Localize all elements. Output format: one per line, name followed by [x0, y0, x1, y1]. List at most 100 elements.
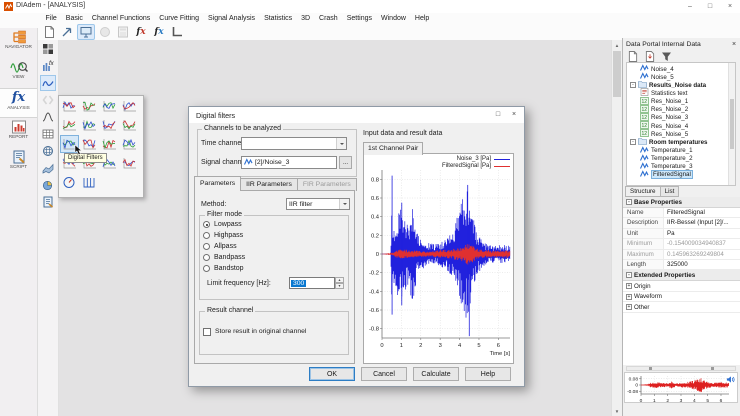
radio-lowpass[interactable]: Lowpass: [203, 221, 242, 228]
menu-basic[interactable]: Basic: [61, 13, 87, 24]
fx-calculator-icon[interactable]: fx: [133, 25, 149, 39]
palette-item-10[interactable]: [100, 135, 119, 153]
radio-circle-icon[interactable]: [203, 221, 210, 228]
tree-scrollbar[interactable]: [728, 63, 735, 185]
palette-item-11[interactable]: [120, 135, 139, 153]
scroll-down-icon[interactable]: ▼: [612, 406, 622, 416]
radio-circle-icon[interactable]: [203, 254, 210, 261]
nav-analysis[interactable]: fx ANALYSIS: [0, 88, 37, 118]
store-result-checkbox[interactable]: [203, 328, 211, 336]
ok-button[interactable]: OK: [309, 367, 355, 381]
new-channel-icon[interactable]: [626, 50, 639, 62]
dialog-maximize-button[interactable]: □: [490, 107, 506, 122]
dialog-close-button[interactable]: ×: [506, 107, 522, 122]
signal-channels-field[interactable]: [2]/Noise_3: [241, 156, 337, 169]
palette-item-4[interactable]: [60, 116, 79, 134]
channel-function-icon[interactable]: fx: [40, 58, 56, 74]
cancel-button[interactable]: Cancel: [361, 367, 407, 381]
speaker-icon[interactable]: [726, 375, 735, 386]
help-button[interactable]: Help: [465, 367, 511, 381]
palette-item-1[interactable]: [80, 97, 99, 115]
palette-item-16[interactable]: [60, 173, 79, 191]
time-channel-select[interactable]: [241, 137, 347, 150]
collapse-icon[interactable]: -: [630, 139, 636, 146]
filter-funnel-icon[interactable]: [660, 50, 673, 62]
palette-item-0[interactable]: [60, 97, 79, 115]
expand-icon[interactable]: +: [626, 283, 632, 290]
radio-circle-icon[interactable]: [203, 232, 210, 239]
model-3d-icon[interactable]: [40, 143, 56, 159]
method-select[interactable]: IIR filter: [286, 198, 350, 210]
tab-structure[interactable]: Structure: [625, 186, 661, 197]
desktop-icon[interactable]: [77, 24, 95, 40]
collapse-icon[interactable]: -: [626, 272, 632, 279]
property-group-other[interactable]: + Other: [623, 302, 740, 313]
calculate-button[interactable]: Calculate: [413, 367, 459, 381]
palette-item-7[interactable]: [120, 116, 139, 134]
palette-item-3[interactable]: [120, 97, 139, 115]
spin-down-icon[interactable]: ▼: [335, 283, 344, 289]
limit-frequency-spinner[interactable]: ▲ ▼: [335, 277, 344, 289]
radio-highpass[interactable]: Highpass: [203, 232, 243, 239]
menu-settings[interactable]: Settings: [342, 13, 376, 24]
palette-item-2[interactable]: [100, 97, 119, 115]
minimize-button[interactable]: –: [680, 0, 700, 13]
browse-button[interactable]: ...: [339, 156, 352, 169]
range-marker[interactable]: [649, 367, 652, 370]
property-group-waveform[interactable]: + Waveform: [623, 291, 740, 303]
peak-approximation-icon[interactable]: [40, 109, 56, 125]
collapse-icon[interactable]: -: [626, 199, 632, 205]
new-file-icon[interactable]: [41, 25, 57, 39]
radio-circle-icon[interactable]: [203, 265, 210, 272]
nav-report[interactable]: REPORT: [0, 118, 37, 148]
tree-item-filteredsignal[interactable]: FilteredSignal: [640, 170, 693, 180]
script-module-icon[interactable]: [40, 194, 56, 210]
close-button[interactable]: ×: [720, 0, 740, 13]
menu-crash[interactable]: Crash: [315, 13, 343, 24]
menu-3d[interactable]: 3D: [297, 13, 315, 24]
channel-table-icon[interactable]: [40, 41, 56, 57]
section-extended-properties[interactable]: - Extended Properties: [623, 270, 740, 282]
range-marker[interactable]: [711, 367, 714, 370]
tree-item-res-noise-5[interactable]: 12 Res_Noise_5: [640, 129, 688, 138]
dialog-title-bar[interactable]: Digital filters □ ×: [189, 107, 524, 123]
matrix-icon[interactable]: [40, 126, 56, 142]
radio-bandstop[interactable]: Bandstop: [203, 265, 244, 272]
palette-item-9[interactable]: [80, 135, 99, 153]
menu-file[interactable]: File: [41, 13, 61, 24]
menu-help[interactable]: Help: [410, 13, 433, 24]
nav-view[interactable]: VIEW: [0, 58, 37, 88]
menu-signal-analysis[interactable]: Signal Analysis: [203, 13, 259, 24]
tab-1st-channel-pair[interactable]: 1st Channel Pair: [363, 142, 424, 155]
scroll-up-icon[interactable]: ▲: [612, 40, 622, 50]
menu-statistics[interactable]: Statistics: [260, 13, 297, 24]
close-icon[interactable]: ×: [729, 39, 739, 49]
collapse-icon[interactable]: -: [630, 82, 636, 89]
palette-item-15[interactable]: [120, 154, 139, 172]
tab-list[interactable]: List: [659, 186, 680, 197]
radio-bandpass[interactable]: Bandpass: [203, 254, 245, 261]
limit-frequency-input[interactable]: 300: [289, 277, 335, 289]
maximize-button[interactable]: □: [700, 0, 720, 13]
nav-script[interactable]: SCRIPT: [0, 148, 37, 178]
register-data-icon[interactable]: [643, 50, 656, 62]
palette-item-6[interactable]: [100, 116, 119, 134]
statistics-pie-icon[interactable]: [40, 177, 56, 193]
menu-window[interactable]: Window: [377, 13, 411, 24]
radio-circle-icon[interactable]: [203, 243, 210, 250]
workspace-scrollbar[interactable]: ▲ ▼: [611, 40, 622, 416]
expand-icon[interactable]: +: [626, 304, 632, 311]
tab-parameters[interactable]: Parameters: [194, 176, 242, 191]
surface-3d-icon[interactable]: [40, 160, 56, 176]
scrollbar-thumb[interactable]: [613, 51, 621, 97]
scrollbar-thumb[interactable]: [730, 99, 734, 149]
palette-item-17[interactable]: [80, 173, 99, 191]
expand-icon[interactable]: +: [626, 293, 632, 300]
fx-editor-icon[interactable]: fx: [151, 25, 167, 39]
curve-icon[interactable]: [40, 75, 56, 91]
nav-navigator[interactable]: NAVIGATOR: [0, 28, 37, 58]
menu-curve-fitting[interactable]: Curve Fitting: [155, 13, 204, 24]
radio-allpass[interactable]: Allpass: [203, 243, 237, 250]
ruler-icon[interactable]: [169, 25, 185, 39]
preview-range-strip[interactable]: [626, 366, 736, 371]
